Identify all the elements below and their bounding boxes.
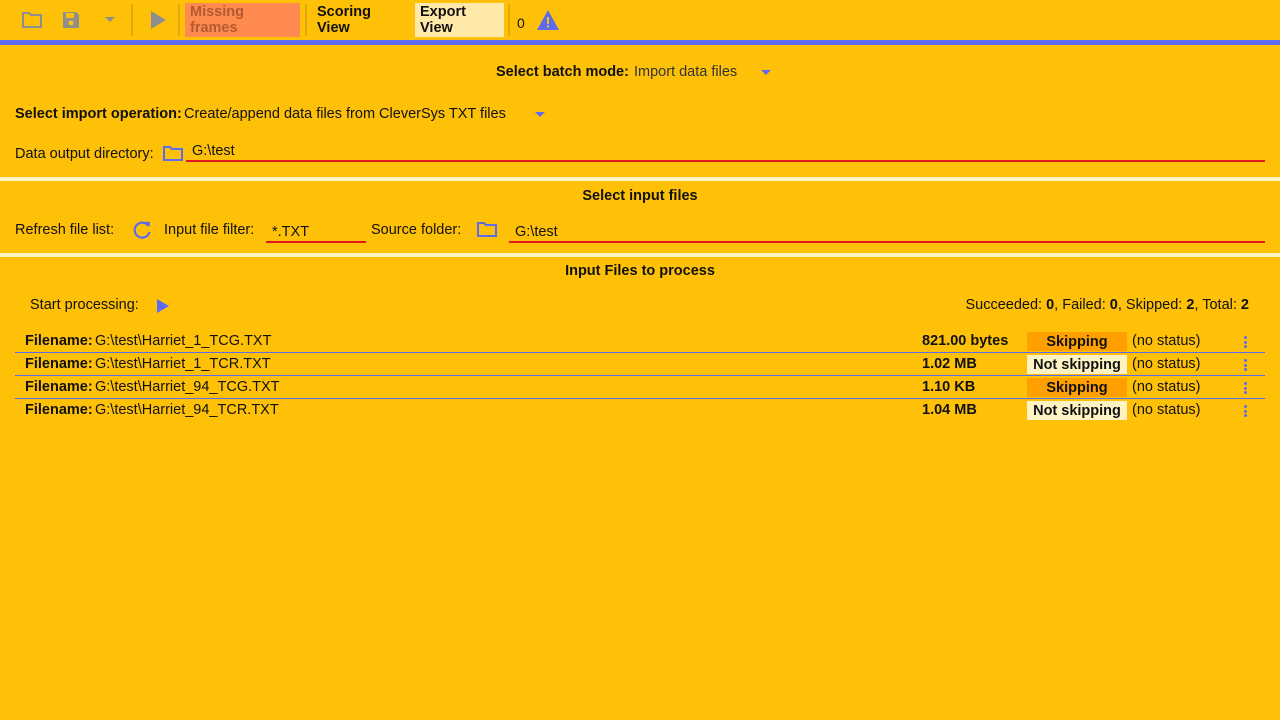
total-count: 2 xyxy=(1240,297,1249,313)
file-status: (no status) xyxy=(1132,379,1201,395)
refresh-label: Refresh file list: xyxy=(15,222,115,238)
filename-label: Filename: xyxy=(25,333,93,349)
start-processing-label: Start processing: xyxy=(30,297,139,313)
file-size: 821.00 bytes xyxy=(922,333,1009,349)
file-size: 1.04 MB xyxy=(922,402,977,418)
toolbar: Missing frames Scoring View Export View … xyxy=(0,0,1280,40)
filename-value: G:\test\Harriet_1_TCG.TXT xyxy=(95,333,272,349)
folder-icon[interactable] xyxy=(476,220,498,242)
skip-toggle[interactable]: Not skipping xyxy=(1027,355,1127,374)
failed-count: 0 xyxy=(1109,297,1118,313)
file-row: Filename: G:\test\Harriet_94_TCG.TXT 1.1… xyxy=(15,376,1265,399)
process-section-title: Input Files to process xyxy=(565,263,715,279)
folder-icon[interactable] xyxy=(162,144,184,166)
more-options-icon[interactable] xyxy=(1244,336,1248,350)
export-view-button[interactable]: Export View xyxy=(415,3,504,37)
file-status: (no status) xyxy=(1132,333,1201,349)
section-divider xyxy=(0,253,1280,257)
file-status: (no status) xyxy=(1132,402,1201,418)
chevron-down-icon[interactable] xyxy=(535,112,545,117)
filename-label: Filename: xyxy=(25,356,93,372)
file-size: 1.10 KB xyxy=(922,379,976,395)
output-dir-field[interactable]: G:\test xyxy=(186,142,1265,162)
folder-open-icon[interactable] xyxy=(20,8,44,32)
toolbar-divider xyxy=(131,4,133,36)
filename-label: Filename: xyxy=(25,402,93,418)
skip-toggle[interactable]: Skipping xyxy=(1027,378,1127,397)
file-row: Filename: G:\test\Harriet_1_TCG.TXT 821.… xyxy=(15,330,1265,353)
file-row: Filename: G:\test\Harriet_94_TCR.TXT 1.0… xyxy=(15,399,1265,422)
file-row: Filename: G:\test\Harriet_1_TCR.TXT 1.02… xyxy=(15,353,1265,376)
filename-value: G:\test\Harriet_94_TCR.TXT xyxy=(95,402,279,418)
succeeded-count: 0 xyxy=(1046,297,1055,313)
dropdown-arrow-icon[interactable] xyxy=(98,8,122,32)
play-icon[interactable] xyxy=(146,8,170,32)
import-operation-select[interactable]: Create/append data files from CleverSys … xyxy=(184,106,506,122)
warning-icon[interactable] xyxy=(536,8,560,32)
processing-stats: Succeeded: 0, Failed: 0, Skipped: 2, Tot… xyxy=(965,297,1249,313)
scoring-view-button[interactable]: Scoring View xyxy=(312,3,410,37)
filename-value: G:\test\Harriet_1_TCR.TXT xyxy=(95,356,271,372)
batch-mode-select[interactable]: Import data files xyxy=(634,64,737,80)
filename-value: G:\test\Harriet_94_TCG.TXT xyxy=(95,379,280,395)
more-options-icon[interactable] xyxy=(1244,359,1248,373)
play-icon[interactable] xyxy=(156,298,170,318)
section-divider xyxy=(0,177,1280,181)
import-operation-label: Select import operation: xyxy=(15,106,182,122)
source-folder-field[interactable]: G:\test xyxy=(509,222,1265,243)
file-size: 1.02 MB xyxy=(922,356,977,372)
filename-label: Filename: xyxy=(25,379,93,395)
source-folder-value: G:\test xyxy=(515,224,558,240)
more-options-icon[interactable] xyxy=(1244,382,1248,396)
save-icon[interactable] xyxy=(59,8,83,32)
warning-count: 0 xyxy=(517,15,525,31)
skipped-label: , Skipped: xyxy=(1117,297,1187,313)
more-options-icon[interactable] xyxy=(1244,405,1248,419)
toolbar-divider xyxy=(305,4,307,36)
total-label: , Total: xyxy=(1194,297,1241,313)
toolbar-divider xyxy=(508,4,510,36)
batch-mode-label: Select batch mode: xyxy=(496,64,629,80)
failed-label: , Failed: xyxy=(1054,297,1110,313)
skip-toggle[interactable]: Not skipping xyxy=(1027,401,1127,420)
source-folder-label: Source folder: xyxy=(371,222,462,238)
file-status: (no status) xyxy=(1132,356,1201,372)
refresh-icon[interactable] xyxy=(131,219,153,245)
filter-label: Input file filter: xyxy=(164,222,255,238)
output-dir-label: Data output directory: xyxy=(15,146,154,162)
succeeded-label: Succeeded: xyxy=(965,297,1047,313)
input-section-title: Select input files xyxy=(582,188,698,204)
missing-frames-button[interactable]: Missing frames xyxy=(185,3,300,37)
filter-input[interactable]: *.TXT xyxy=(266,222,366,243)
output-dir-value: G:\test xyxy=(192,143,235,159)
chevron-down-icon[interactable] xyxy=(761,70,771,75)
filter-value: *.TXT xyxy=(272,224,310,240)
toolbar-accent-line xyxy=(0,40,1280,45)
toolbar-divider xyxy=(178,4,180,36)
skip-toggle[interactable]: Skipping xyxy=(1027,332,1127,351)
